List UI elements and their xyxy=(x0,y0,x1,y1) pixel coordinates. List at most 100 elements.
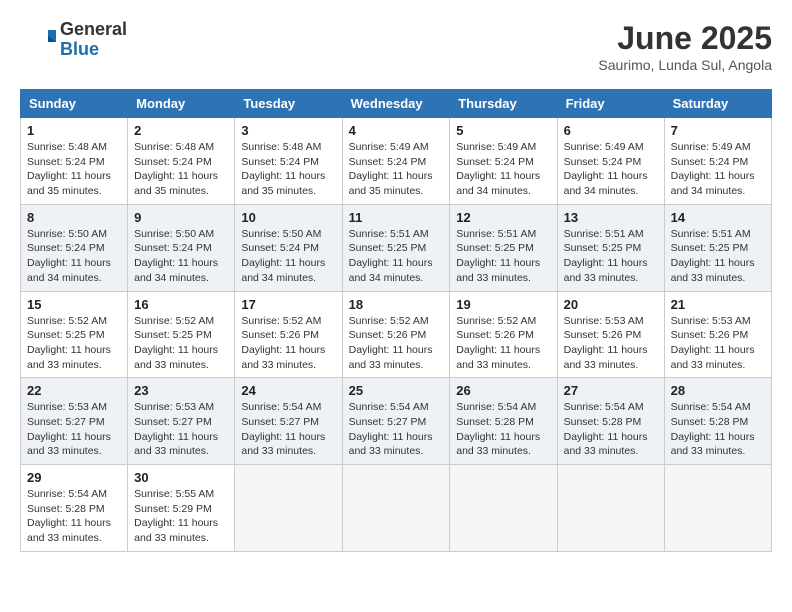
day-number: 13 xyxy=(564,210,658,225)
month-title: June 2025 xyxy=(598,20,772,57)
calendar-cell: 6 Sunrise: 5:49 AMSunset: 5:24 PMDaylight… xyxy=(557,118,664,205)
calendar-cell: 13 Sunrise: 5:51 AMSunset: 5:25 PMDayligh… xyxy=(557,204,664,291)
day-number: 6 xyxy=(564,123,658,138)
day-header-saturday: Saturday xyxy=(664,90,771,118)
calendar-cell xyxy=(557,465,664,552)
calendar-cell: 29 Sunrise: 5:54 AMSunset: 5:28 PMDayligh… xyxy=(21,465,128,552)
day-info: Sunrise: 5:51 AMSunset: 5:25 PMDaylight:… xyxy=(456,227,550,286)
calendar-cell: 1 Sunrise: 5:48 AMSunset: 5:24 PMDaylight… xyxy=(21,118,128,205)
day-info: Sunrise: 5:49 AMSunset: 5:24 PMDaylight:… xyxy=(671,140,765,199)
day-number: 22 xyxy=(27,383,121,398)
calendar-cell xyxy=(664,465,771,552)
calendar-cell: 30 Sunrise: 5:55 AMSunset: 5:29 PMDayligh… xyxy=(128,465,235,552)
day-info: Sunrise: 5:54 AMSunset: 5:27 PMDaylight:… xyxy=(241,400,335,459)
logo-text: General Blue xyxy=(60,20,127,60)
calendar-cell: 22 Sunrise: 5:53 AMSunset: 5:27 PMDayligh… xyxy=(21,378,128,465)
day-number: 30 xyxy=(134,470,228,485)
calendar-cell: 26Sunrise: 5:54 AMSunset: 5:28 PMDayligh… xyxy=(450,378,557,465)
day-info: Sunrise: 5:54 AMSunset: 5:28 PMDaylight:… xyxy=(27,487,121,546)
day-number: 17 xyxy=(241,297,335,312)
day-info: Sunrise: 5:50 AMSunset: 5:24 PMDaylight:… xyxy=(134,227,228,286)
day-info: Sunrise: 5:51 AMSunset: 5:25 PMDaylight:… xyxy=(564,227,658,286)
day-header-monday: Monday xyxy=(128,90,235,118)
day-info: Sunrise: 5:51 AMSunset: 5:25 PMDaylight:… xyxy=(671,227,765,286)
day-info: Sunrise: 5:50 AMSunset: 5:24 PMDaylight:… xyxy=(27,227,121,286)
day-number: 1 xyxy=(27,123,121,138)
day-number: 10 xyxy=(241,210,335,225)
calendar-cell: 23 Sunrise: 5:53 AMSunset: 5:27 PMDayligh… xyxy=(128,378,235,465)
calendar-cell: 12Sunrise: 5:51 AMSunset: 5:25 PMDayligh… xyxy=(450,204,557,291)
day-number: 11 xyxy=(349,210,444,225)
day-number: 20 xyxy=(564,297,658,312)
week-row-1: 1 Sunrise: 5:48 AMSunset: 5:24 PMDaylight… xyxy=(21,118,772,205)
calendar-cell: 14 Sunrise: 5:51 AMSunset: 5:25 PMDayligh… xyxy=(664,204,771,291)
logo-blue: Blue xyxy=(60,40,127,60)
week-row-2: 8 Sunrise: 5:50 AMSunset: 5:24 PMDaylight… xyxy=(21,204,772,291)
day-number: 15 xyxy=(27,297,121,312)
day-number: 18 xyxy=(349,297,444,312)
day-number: 2 xyxy=(134,123,228,138)
day-number: 3 xyxy=(241,123,335,138)
week-row-4: 22 Sunrise: 5:53 AMSunset: 5:27 PMDayligh… xyxy=(21,378,772,465)
day-info: Sunrise: 5:53 AMSunset: 5:27 PMDaylight:… xyxy=(134,400,228,459)
calendar-cell: 8 Sunrise: 5:50 AMSunset: 5:24 PMDaylight… xyxy=(21,204,128,291)
day-info: Sunrise: 5:54 AMSunset: 5:28 PMDaylight:… xyxy=(671,400,765,459)
calendar-cell: 27 Sunrise: 5:54 AMSunset: 5:28 PMDayligh… xyxy=(557,378,664,465)
calendar-cell: 24 Sunrise: 5:54 AMSunset: 5:27 PMDayligh… xyxy=(235,378,342,465)
day-header-tuesday: Tuesday xyxy=(235,90,342,118)
calendar-cell: 19 Sunrise: 5:52 AMSunset: 5:26 PMDayligh… xyxy=(450,291,557,378)
day-info: Sunrise: 5:49 AMSunset: 5:24 PMDaylight:… xyxy=(456,140,550,199)
week-row-5: 29 Sunrise: 5:54 AMSunset: 5:28 PMDayligh… xyxy=(21,465,772,552)
day-header-thursday: Thursday xyxy=(450,90,557,118)
day-number: 16 xyxy=(134,297,228,312)
day-number: 24 xyxy=(241,383,335,398)
day-info: Sunrise: 5:54 AMSunset: 5:28 PMDaylight:… xyxy=(564,400,658,459)
day-info: Sunrise: 5:54 AMSunset: 5:27 PMDaylight:… xyxy=(349,400,444,459)
day-header-wednesday: Wednesday xyxy=(342,90,450,118)
day-info: Sunrise: 5:52 AMSunset: 5:26 PMDaylight:… xyxy=(456,314,550,373)
day-number: 21 xyxy=(671,297,765,312)
day-info: Sunrise: 5:53 AMSunset: 5:26 PMDaylight:… xyxy=(564,314,658,373)
day-info: Sunrise: 5:48 AMSunset: 5:24 PMDaylight:… xyxy=(241,140,335,199)
calendar-cell: 18Sunrise: 5:52 AMSunset: 5:26 PMDayligh… xyxy=(342,291,450,378)
day-info: Sunrise: 5:52 AMSunset: 5:25 PMDaylight:… xyxy=(27,314,121,373)
day-info: Sunrise: 5:54 AMSunset: 5:28 PMDaylight:… xyxy=(456,400,550,459)
calendar-cell: 5 Sunrise: 5:49 AMSunset: 5:24 PMDaylight… xyxy=(450,118,557,205)
day-info: Sunrise: 5:55 AMSunset: 5:29 PMDaylight:… xyxy=(134,487,228,546)
day-info: Sunrise: 5:48 AMSunset: 5:24 PMDaylight:… xyxy=(134,140,228,199)
logo-general: General xyxy=(60,20,127,40)
calendar-cell: 21Sunrise: 5:53 AMSunset: 5:26 PMDayligh… xyxy=(664,291,771,378)
calendar-cell: 9Sunrise: 5:50 AMSunset: 5:24 PMDaylight… xyxy=(128,204,235,291)
logo: General Blue xyxy=(20,20,127,60)
calendar-cell: 2 Sunrise: 5:48 AMSunset: 5:24 PMDaylight… xyxy=(128,118,235,205)
day-header-friday: Friday xyxy=(557,90,664,118)
calendar-cell: 17Sunrise: 5:52 AMSunset: 5:26 PMDayligh… xyxy=(235,291,342,378)
day-info: Sunrise: 5:50 AMSunset: 5:24 PMDaylight:… xyxy=(241,227,335,286)
day-number: 23 xyxy=(134,383,228,398)
calendar-cell: 3 Sunrise: 5:48 AMSunset: 5:24 PMDaylight… xyxy=(235,118,342,205)
calendar-cell: 16 Sunrise: 5:52 AMSunset: 5:25 PMDayligh… xyxy=(128,291,235,378)
calendar-cell xyxy=(235,465,342,552)
day-info: Sunrise: 5:52 AMSunset: 5:25 PMDaylight:… xyxy=(134,314,228,373)
day-number: 7 xyxy=(671,123,765,138)
title-block: June 2025 Saurimo, Lunda Sul, Angola xyxy=(598,20,772,73)
day-number: 8 xyxy=(27,210,121,225)
calendar-table: SundayMondayTuesdayWednesdayThursdayFrid… xyxy=(20,89,772,552)
calendar-cell: 25 Sunrise: 5:54 AMSunset: 5:27 PMDayligh… xyxy=(342,378,450,465)
day-info: Sunrise: 5:53 AMSunset: 5:27 PMDaylight:… xyxy=(27,400,121,459)
day-header-sunday: Sunday xyxy=(21,90,128,118)
day-info: Sunrise: 5:49 AMSunset: 5:24 PMDaylight:… xyxy=(564,140,658,199)
day-info: Sunrise: 5:49 AMSunset: 5:24 PMDaylight:… xyxy=(349,140,444,199)
day-number: 5 xyxy=(456,123,550,138)
page-header: General Blue June 2025 Saurimo, Lunda Su… xyxy=(20,20,772,73)
calendar-cell xyxy=(450,465,557,552)
day-number: 4 xyxy=(349,123,444,138)
calendar-cell: 10 Sunrise: 5:50 AMSunset: 5:24 PMDayligh… xyxy=(235,204,342,291)
day-number: 27 xyxy=(564,383,658,398)
day-info: Sunrise: 5:48 AMSunset: 5:24 PMDaylight:… xyxy=(27,140,121,199)
day-number: 29 xyxy=(27,470,121,485)
day-number: 14 xyxy=(671,210,765,225)
day-number: 25 xyxy=(349,383,444,398)
day-number: 19 xyxy=(456,297,550,312)
calendar-cell: 28Sunrise: 5:54 AMSunset: 5:28 PMDayligh… xyxy=(664,378,771,465)
